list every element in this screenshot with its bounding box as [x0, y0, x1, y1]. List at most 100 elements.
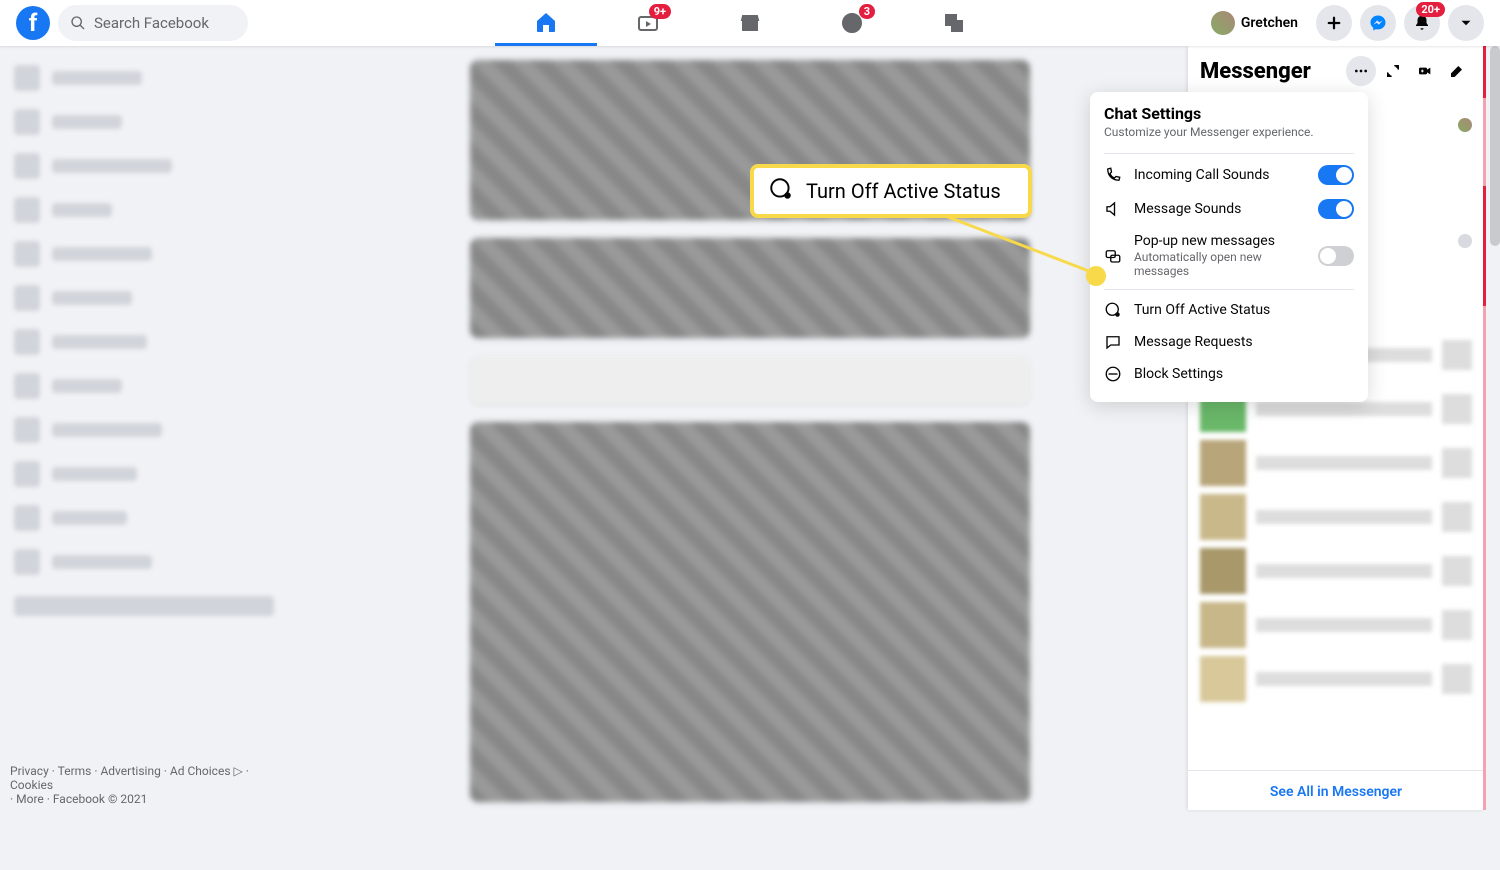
block-icon [1104, 365, 1122, 383]
setting-message-requests[interactable]: Message Requests [1090, 326, 1368, 358]
ellipsis-icon [1353, 63, 1369, 79]
setting-label: Message Sounds [1134, 201, 1306, 217]
see-all-messenger-link[interactable]: See All in Messenger [1270, 784, 1402, 800]
footer-advertising[interactable]: Advertising [100, 764, 160, 778]
messenger-options-button[interactable] [1346, 56, 1376, 86]
chat-settings-subtitle: Customize your Messenger experience. [1104, 125, 1354, 139]
messenger-title: Messenger [1200, 59, 1344, 84]
speaker-icon [1104, 200, 1122, 218]
setting-label: Pop-up new messages Automatically open n… [1134, 233, 1306, 278]
conversation-item[interactable] [1196, 544, 1476, 598]
home-icon [534, 10, 558, 34]
sidebar-item[interactable] [14, 236, 276, 272]
nav-marketplace[interactable] [699, 0, 801, 46]
create-post-card[interactable] [470, 238, 1030, 338]
video-plus-icon [1417, 63, 1433, 79]
page-scrollbar[interactable] [1490, 46, 1500, 810]
sidebar-item[interactable] [14, 456, 276, 492]
chevron-down-icon [1457, 14, 1475, 32]
footer-ad-choices[interactable]: Ad Choices [170, 764, 231, 778]
sidebar-item[interactable] [14, 280, 276, 316]
plus-icon [1325, 14, 1343, 32]
create-button[interactable] [1316, 5, 1352, 41]
sidebar-item[interactable] [14, 192, 276, 228]
sidebar-item[interactable] [14, 544, 276, 580]
profile-name: Gretchen [1241, 15, 1298, 31]
messenger-header: Messenger [1188, 46, 1484, 96]
chat-bubbles-icon [1104, 247, 1122, 265]
marketplace-icon [738, 11, 762, 35]
messenger-footer: See All in Messenger [1188, 770, 1484, 810]
sidebar-item[interactable] [14, 368, 276, 404]
sidebar-item[interactable] [14, 500, 276, 536]
sidebar-item[interactable] [14, 412, 276, 448]
conversation-item[interactable] [1196, 436, 1476, 490]
setting-message-sounds[interactable]: Message Sounds [1090, 192, 1368, 226]
gaming-icon [942, 11, 966, 35]
footer-facebook-year: Facebook © 2021 [53, 792, 147, 806]
messenger-new-message-button[interactable] [1442, 56, 1472, 86]
nav-gaming[interactable] [903, 0, 1005, 46]
setting-sublabel: Automatically open new messages [1134, 250, 1306, 278]
sidebar-item[interactable] [14, 324, 276, 360]
messenger-button[interactable] [1360, 5, 1396, 41]
setting-turn-off-active-status[interactable]: Turn Off Active Status [1090, 294, 1368, 326]
search-icon [70, 15, 86, 31]
read-receipt-icon [1458, 234, 1472, 248]
setting-block-settings[interactable]: Block Settings [1090, 358, 1368, 390]
header-left: f Search Facebook [16, 5, 248, 41]
setting-label: Turn Off Active Status [1134, 302, 1354, 318]
watch-badge: 9+ [649, 4, 671, 19]
nav-groups[interactable]: 3 [801, 0, 903, 46]
nav-watch[interactable]: 9+ [597, 0, 699, 46]
messenger-new-video-button[interactable] [1410, 56, 1440, 86]
messenger-scrollbar[interactable] [1483, 46, 1486, 810]
footer-privacy[interactable]: Privacy [10, 764, 49, 778]
conversation-item[interactable] [1196, 490, 1476, 544]
divider [1104, 153, 1354, 154]
nav-home[interactable] [495, 0, 597, 46]
account-menu-button[interactable] [1448, 5, 1484, 41]
messenger-expand-button[interactable] [1378, 56, 1408, 86]
feed-post[interactable] [470, 422, 1030, 802]
active-status-icon [1104, 301, 1122, 319]
groups-badge: 3 [859, 4, 875, 19]
sidebar-section [14, 588, 276, 624]
footer-cookies[interactable]: Cookies [10, 778, 53, 792]
setting-label: Message Requests [1134, 334, 1354, 350]
sidebar-item[interactable] [14, 104, 276, 140]
search-placeholder: Search Facebook [94, 14, 209, 32]
expand-icon [1385, 63, 1401, 79]
compose-icon [1449, 63, 1465, 79]
conversation-item[interactable] [1196, 598, 1476, 652]
divider [1104, 289, 1354, 290]
footer-more[interactable]: More [16, 792, 44, 806]
avatar-icon [1211, 11, 1235, 35]
search-input[interactable]: Search Facebook [58, 5, 248, 41]
facebook-logo-icon[interactable]: f [16, 6, 50, 40]
callout-dot [1086, 266, 1106, 286]
messenger-icon [1369, 14, 1387, 32]
avatar-icon [1458, 118, 1472, 132]
sidebar-item[interactable] [14, 148, 276, 184]
header-nav: 9+ 3 [495, 0, 1005, 46]
setting-popup-messages[interactable]: Pop-up new messages Automatically open n… [1090, 226, 1368, 285]
left-sidebar: Privacy · Terms · Advertising · Ad Choic… [0, 46, 290, 810]
footer-links: Privacy · Terms · Advertising · Ad Choic… [10, 764, 290, 806]
footer-terms[interactable]: Terms [58, 764, 92, 778]
sidebar-item[interactable] [14, 60, 276, 96]
notifications-button[interactable]: 20+ [1404, 5, 1440, 41]
toggle-message-sounds[interactable] [1318, 199, 1354, 219]
setting-incoming-call-sounds[interactable]: Incoming Call Sounds [1090, 158, 1368, 192]
chat-settings-header: Chat Settings Customize your Messenger e… [1090, 104, 1368, 149]
toggle-popup-messages[interactable] [1318, 246, 1354, 266]
active-status-icon [768, 176, 794, 206]
conversation-item[interactable] [1196, 652, 1476, 706]
header-right: Gretchen 20+ [1207, 5, 1484, 41]
profile-chip[interactable]: Gretchen [1207, 7, 1308, 39]
callout-highlight: Turn Off Active Status [750, 164, 1032, 218]
chat-settings-popup: Chat Settings Customize your Messenger e… [1090, 92, 1368, 402]
toggle-incoming-calls[interactable] [1318, 165, 1354, 185]
rooms-row[interactable] [470, 356, 1030, 404]
top-header: f Search Facebook 9+ 3 Gretchen [0, 0, 1500, 46]
